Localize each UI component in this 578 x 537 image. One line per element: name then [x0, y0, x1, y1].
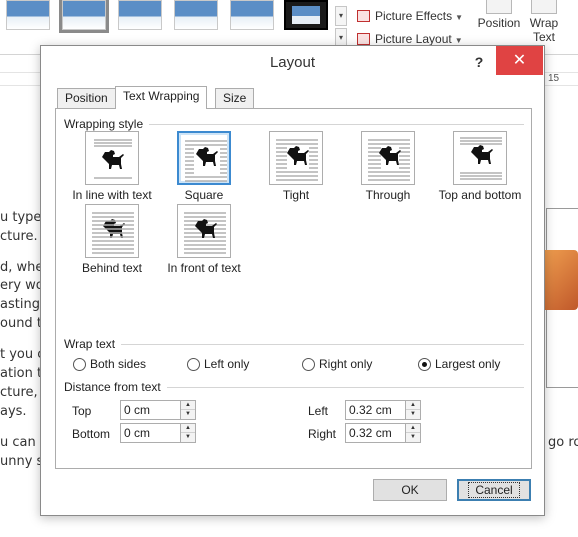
spin-down-icon[interactable]: ▼: [181, 410, 195, 419]
wrap-top-bottom-option[interactable]: Top and bottom: [434, 131, 526, 202]
document-text-line: unny s: [0, 454, 44, 469]
document-text-line: t you c: [0, 347, 45, 362]
radio-button[interactable]: [73, 358, 86, 371]
picture-effects-button[interactable]: Picture Effects ▼: [355, 7, 463, 25]
wrap-text-icon: [531, 0, 557, 14]
picture-style-thumbnail[interactable]: [59, 0, 109, 33]
radio-both-sides[interactable]: Both sides: [73, 357, 146, 371]
wrap-style-label: Through: [365, 188, 411, 202]
wrap-style-tile[interactable]: [177, 131, 231, 185]
spin-down-icon[interactable]: ▼: [406, 410, 420, 419]
wrap-style-label: Behind text: [81, 261, 143, 275]
wrap-style-tile[interactable]: [269, 131, 323, 185]
bottom-label: Bottom: [72, 427, 111, 441]
close-icon: ✕: [512, 52, 527, 69]
tight-wrap-icon: [276, 139, 318, 181]
wrap-style-label: In line with text: [72, 188, 152, 202]
spin-down-icon[interactable]: ▼: [181, 433, 195, 442]
radio-right-only[interactable]: Right only: [302, 357, 372, 371]
document-text-line: ays.: [0, 404, 27, 419]
wrap-inline-option[interactable]: In line with text: [66, 131, 158, 202]
picture-style-thumbnail[interactable]: [6, 0, 50, 30]
spin-down-icon[interactable]: ▼: [406, 433, 420, 442]
document-text-line: u type: [0, 210, 42, 225]
document-picture[interactable]: [540, 250, 578, 310]
close-button[interactable]: ✕: [496, 46, 543, 75]
dialog-titlebar[interactable]: Layout ? ✕: [41, 46, 544, 79]
spin-up-icon[interactable]: ▲: [181, 424, 195, 433]
document-text-line: ation t: [0, 366, 43, 381]
wrap-in-front-option[interactable]: In front of text: [158, 204, 250, 275]
right-distance-spinner[interactable]: ▲▼: [345, 423, 421, 443]
tab-position[interactable]: Position: [57, 88, 116, 108]
left-distance-spinner[interactable]: ▲▼: [345, 400, 421, 420]
wrap-text-button[interactable]: Wrap Text: [526, 0, 562, 44]
spin-up-icon[interactable]: ▲: [406, 424, 420, 433]
picture-style-thumbnail[interactable]: [174, 0, 218, 30]
wrapping-style-label: Wrapping style: [64, 117, 150, 131]
top-distance-spinner[interactable]: ▲▼: [120, 400, 196, 420]
wrap-style-label: In front of text: [167, 261, 241, 275]
wrap-style-label: Square: [184, 188, 224, 202]
bottom-distance-spinner[interactable]: ▲▼: [120, 423, 196, 443]
wrap-style-label: Tight: [282, 188, 310, 202]
square-wrap-icon: [185, 140, 227, 182]
chevron-down-icon: ▼: [454, 36, 463, 45]
wrap-style-tile[interactable]: [85, 131, 139, 185]
position-button[interactable]: Position: [474, 0, 524, 30]
radio-largest-only[interactable]: Largest only: [418, 357, 500, 371]
layout-dialog: Layout ? ✕ Position Text Wrapping Size W…: [40, 45, 545, 516]
wrap-square-option[interactable]: Square: [158, 131, 250, 202]
front-wrap-icon: [184, 212, 226, 254]
document-text-line: d, whe: [0, 260, 44, 275]
wrap-style-tile[interactable]: [361, 131, 415, 185]
radio-button[interactable]: [302, 358, 315, 371]
ok-button[interactable]: OK: [373, 479, 447, 501]
group-divider: [64, 344, 524, 345]
picture-style-thumbnail[interactable]: [118, 0, 162, 30]
wrap-style-label: Top and bottom: [438, 188, 522, 202]
wrap-style-tile[interactable]: [177, 204, 231, 258]
wrap-behind-text-option[interactable]: Behind text: [66, 204, 158, 275]
cancel-button[interactable]: Cancel: [457, 479, 531, 501]
help-button[interactable]: ?: [467, 51, 491, 73]
text-wrapping-panel: Wrapping style In line with text Square Ti…: [55, 108, 532, 469]
behind-wrap-icon: [92, 212, 134, 254]
document-text-line: ery wo: [0, 278, 44, 293]
topbottom-wrap-icon: [460, 137, 502, 180]
radio-button[interactable]: [418, 358, 431, 371]
wrap-style-tile[interactable]: [453, 131, 507, 185]
tab-size[interactable]: Size: [215, 88, 255, 108]
wrap-tight-option[interactable]: Tight: [250, 131, 342, 202]
left-distance-input[interactable]: [346, 401, 406, 419]
picture-style-thumbnail[interactable]: [230, 0, 274, 30]
top-distance-input[interactable]: [121, 401, 181, 419]
gallery-scroll-up-icon[interactable]: ▾: [335, 6, 347, 26]
tab-text-wrapping[interactable]: Text Wrapping: [115, 86, 208, 109]
inline-wrap-icon: [94, 139, 132, 179]
right-label: Right: [308, 427, 337, 441]
bottom-distance-input[interactable]: [121, 424, 181, 442]
picture-layout-icon: [357, 33, 370, 45]
chevron-down-icon: ▼: [455, 13, 464, 22]
through-wrap-icon: [368, 139, 410, 181]
spin-up-icon[interactable]: ▲: [181, 401, 195, 410]
wrap-text-label: Wrap text: [64, 337, 122, 351]
picture-style-thumbnail[interactable]: [284, 0, 328, 30]
wrap-through-option[interactable]: Through: [342, 131, 434, 202]
wrap-style-tile[interactable]: [85, 204, 139, 258]
picture-effects-icon: [357, 10, 370, 22]
document-text-line: cture.: [0, 229, 38, 244]
document-text-line: go ro: [548, 435, 578, 450]
distance-from-text-label: Distance from text: [64, 380, 167, 394]
spin-up-icon[interactable]: ▲: [406, 401, 420, 410]
top-label: Top: [72, 404, 92, 418]
position-icon: [486, 0, 512, 14]
right-distance-input[interactable]: [346, 424, 406, 442]
radio-left-only[interactable]: Left only: [187, 357, 249, 371]
left-label: Left: [308, 404, 329, 418]
radio-button[interactable]: [187, 358, 200, 371]
